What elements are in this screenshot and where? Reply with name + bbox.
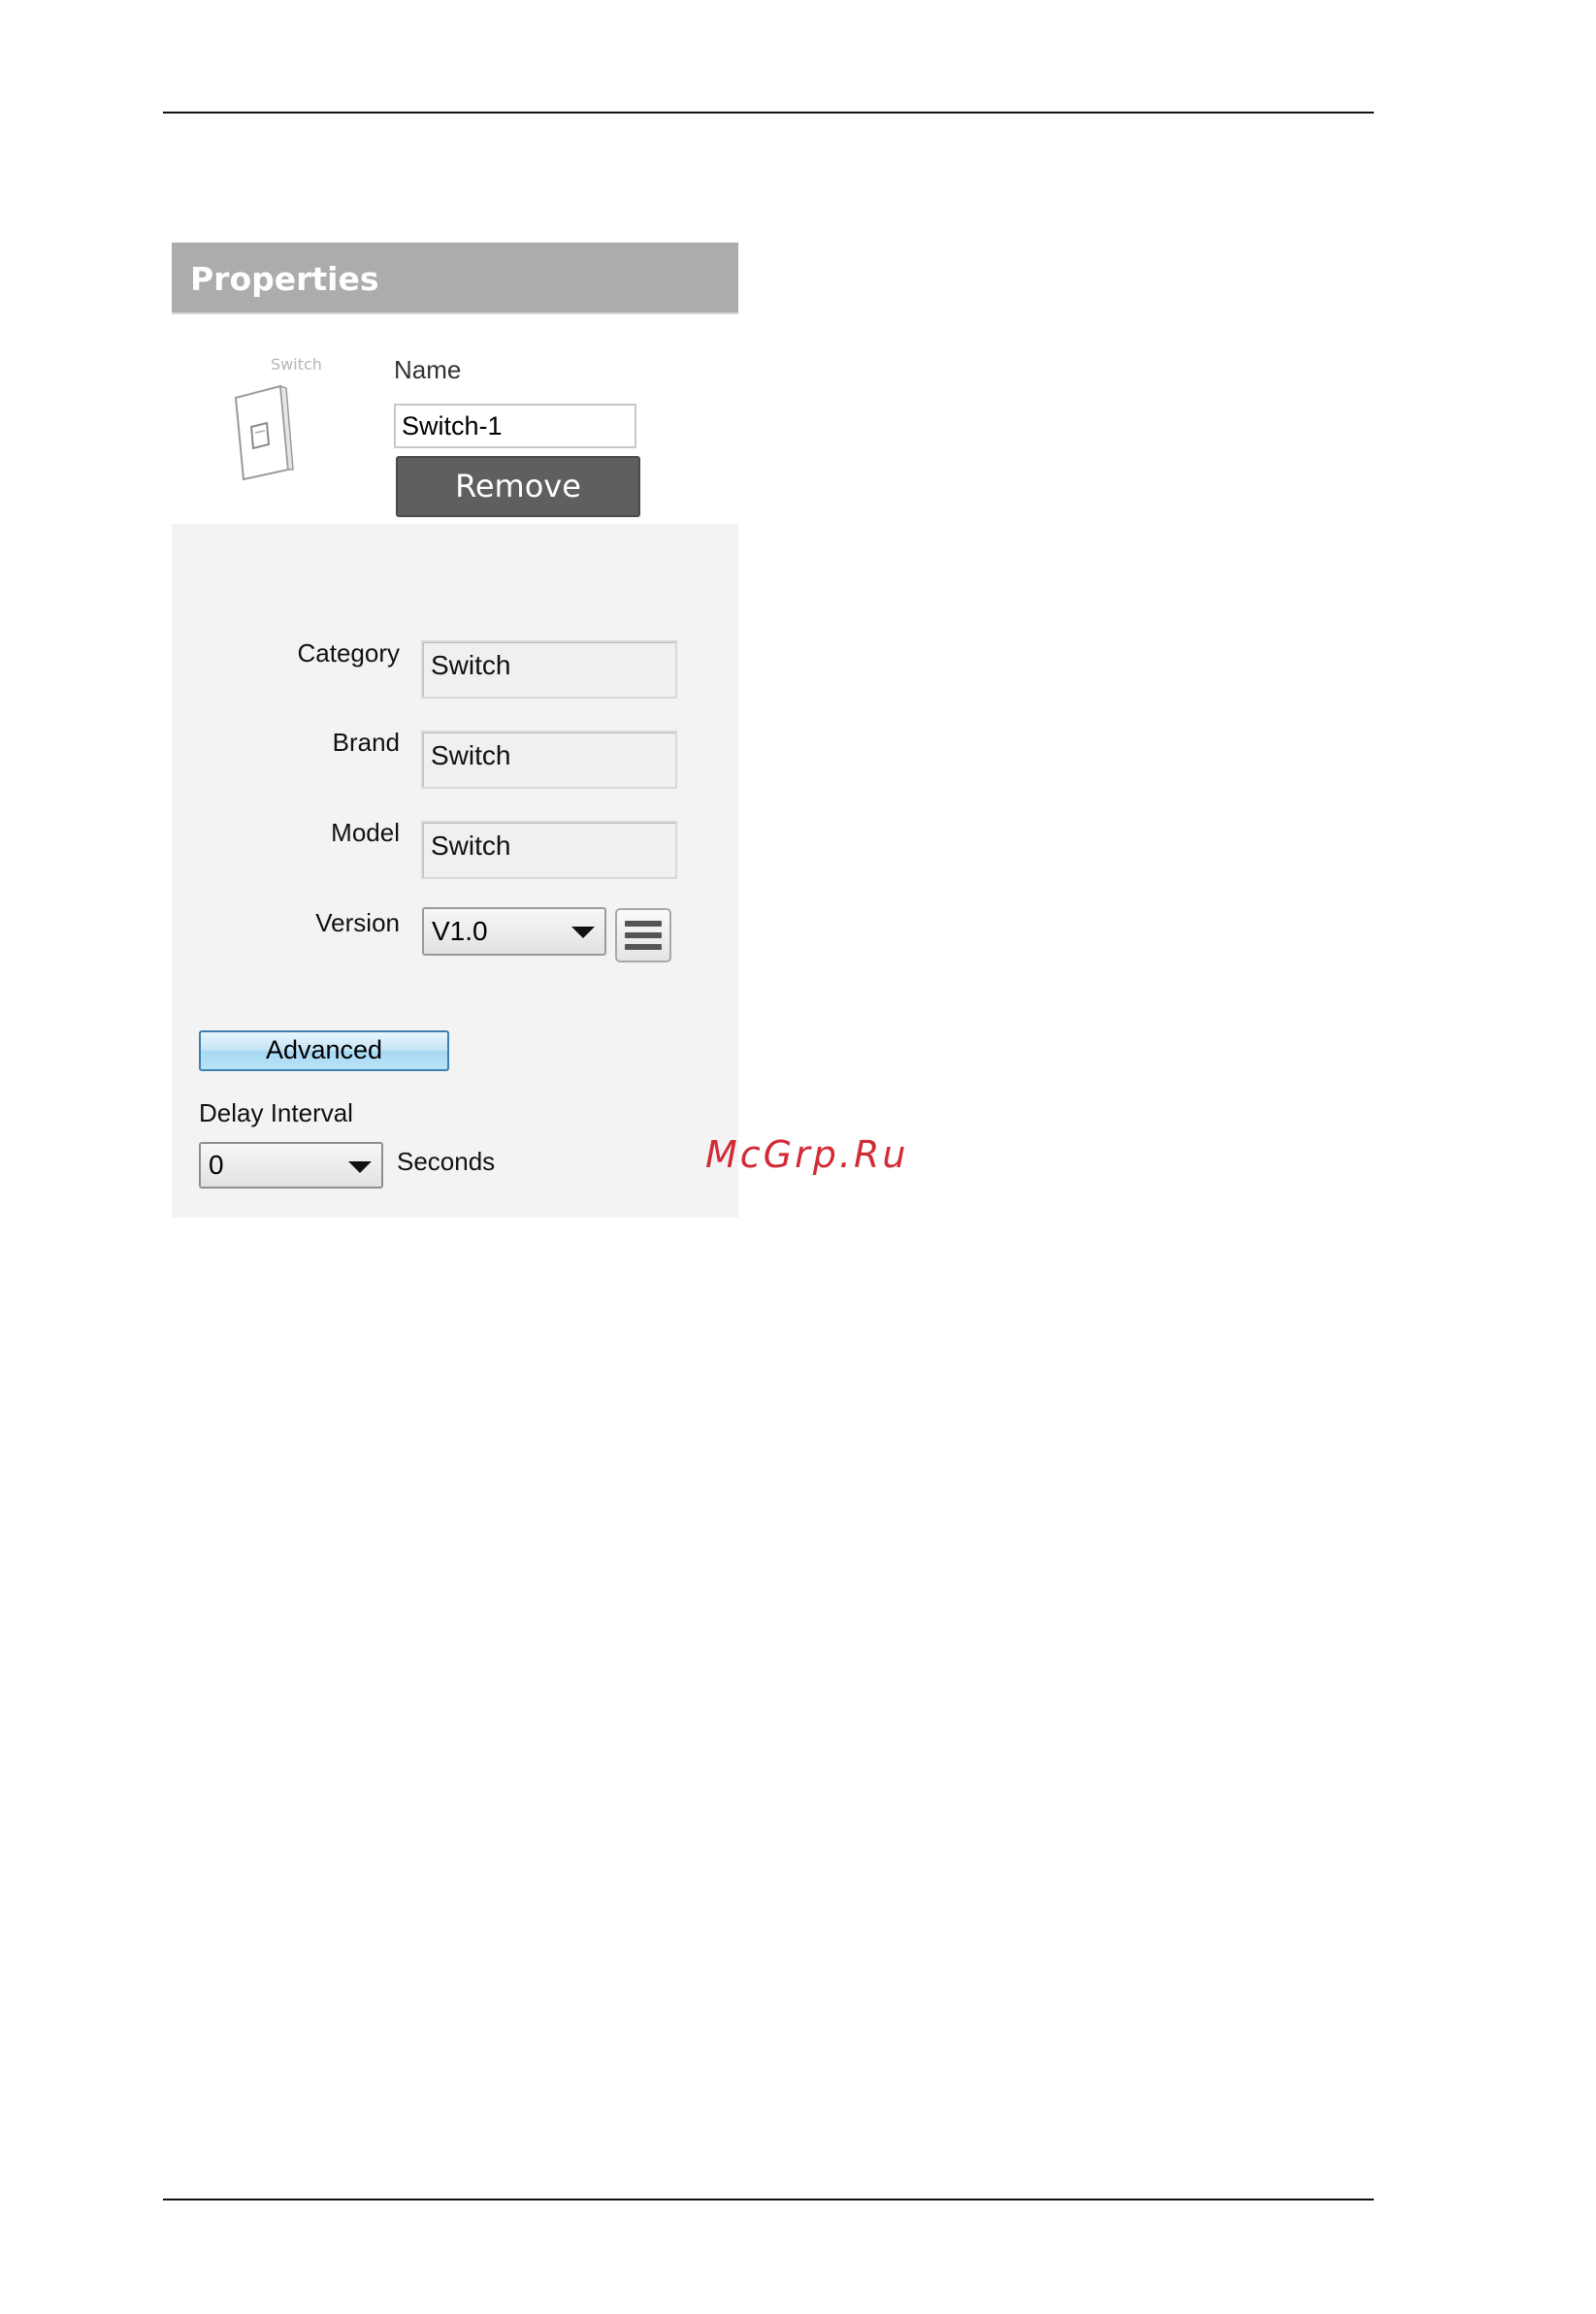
delay-interval-value: 0 xyxy=(209,1150,224,1180)
brand-field: Switch xyxy=(421,731,677,789)
version-select[interactable]: V1.0 xyxy=(422,907,606,956)
device-thumbnail: Switch xyxy=(232,355,337,481)
version-label: Version xyxy=(315,908,400,937)
category-label: Category xyxy=(297,638,401,668)
menu-lines-icon xyxy=(625,921,662,927)
model-label: Model xyxy=(331,818,400,847)
version-select-value: V1.0 xyxy=(432,916,488,946)
panel-title: Properties xyxy=(190,260,379,298)
version-menu-button[interactable] xyxy=(615,908,671,962)
advanced-button[interactable]: Advanced xyxy=(199,1030,449,1071)
wall-switch-icon xyxy=(234,384,294,481)
panel-header: Properties xyxy=(172,243,738,314)
page-top-rule xyxy=(163,112,1374,114)
watermark: McGrp.Ru xyxy=(705,1133,909,1176)
category-field: Switch xyxy=(421,640,677,699)
brand-label: Brand xyxy=(332,728,400,757)
remove-button[interactable]: Remove xyxy=(396,456,640,517)
model-field: Switch xyxy=(421,821,677,879)
device-summary: Switch Name Remove xyxy=(172,314,738,524)
delay-interval-label: Delay Interval xyxy=(199,1098,353,1127)
chevron-down-icon xyxy=(348,1161,372,1173)
delay-interval-select[interactable]: 0 xyxy=(199,1142,383,1189)
chevron-down-icon xyxy=(571,927,595,938)
name-label: Name xyxy=(394,355,462,384)
seconds-label: Seconds xyxy=(397,1147,496,1176)
page-bottom-rule xyxy=(163,2199,1374,2200)
name-input[interactable] xyxy=(394,404,636,448)
properties-panel: Properties Switch Name Remove Category S… xyxy=(172,243,738,1218)
